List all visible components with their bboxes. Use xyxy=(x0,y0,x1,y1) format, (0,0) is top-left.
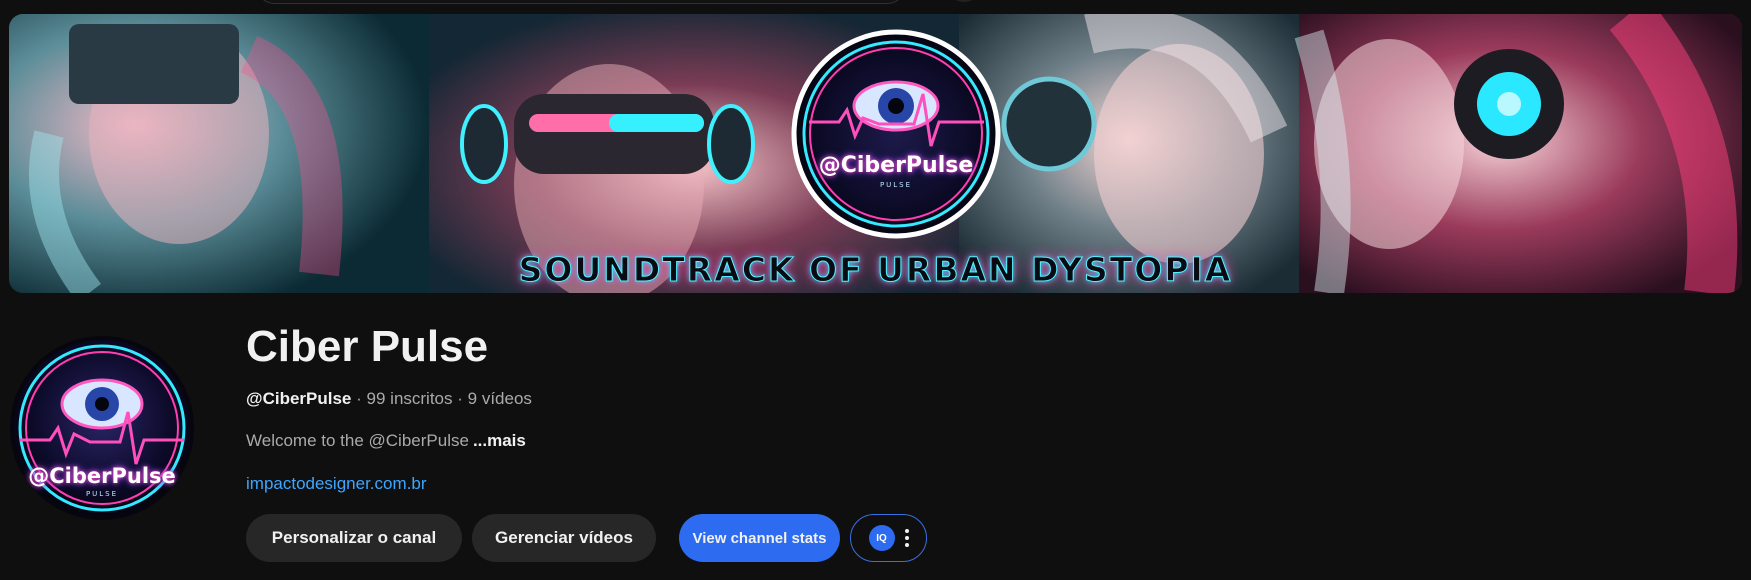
search-bar-edge[interactable] xyxy=(255,0,907,4)
view-channel-stats-button[interactable]: View channel stats xyxy=(679,514,840,562)
channel-banner: @CiberPulse PULSE SOUNDTRACK OF URBAN DY… xyxy=(9,14,1742,293)
channel-name: Ciber Pulse xyxy=(246,322,489,371)
meta-separator: · xyxy=(457,389,463,408)
channel-handle: @CiberPulse xyxy=(246,389,352,408)
top-strip xyxy=(0,0,1751,10)
extension-tools-button[interactable]: IQ xyxy=(850,514,927,562)
channel-meta: @CiberPulse · 99 inscritos · 9 vídeos xyxy=(246,388,532,410)
manage-videos-button[interactable]: Gerenciar vídeos xyxy=(472,514,656,562)
channel-description[interactable]: Welcome to the @CiberPulse ...mais xyxy=(246,430,526,452)
voice-search-button-edge[interactable] xyxy=(944,0,984,2)
more-options-icon[interactable] xyxy=(904,529,909,547)
banner-badge-subtitle: PULSE xyxy=(879,181,913,189)
avatar-subtitle: PULSE xyxy=(85,490,119,498)
customize-channel-button[interactable]: Personalizar o canal xyxy=(246,514,462,562)
vidiq-icon[interactable]: IQ xyxy=(868,525,895,551)
video-count: 9 vídeos xyxy=(467,389,532,408)
description-text: Welcome to the @CiberPulse xyxy=(246,431,469,450)
meta-separator: · xyxy=(356,389,362,408)
more-link[interactable]: ...mais xyxy=(473,431,526,450)
banner-badge-text: @CiberPulse xyxy=(818,153,974,178)
channel-avatar[interactable]: @CiberPulse PULSE xyxy=(10,336,194,520)
subscriber-count: 99 inscritos xyxy=(366,389,453,408)
banner-title: SOUNDTRACK OF URBAN DYSTOPIA xyxy=(518,250,1233,290)
avatar-text: @CiberPulse xyxy=(28,464,176,488)
channel-website-link[interactable]: impactodesigner.com.br xyxy=(246,473,426,495)
